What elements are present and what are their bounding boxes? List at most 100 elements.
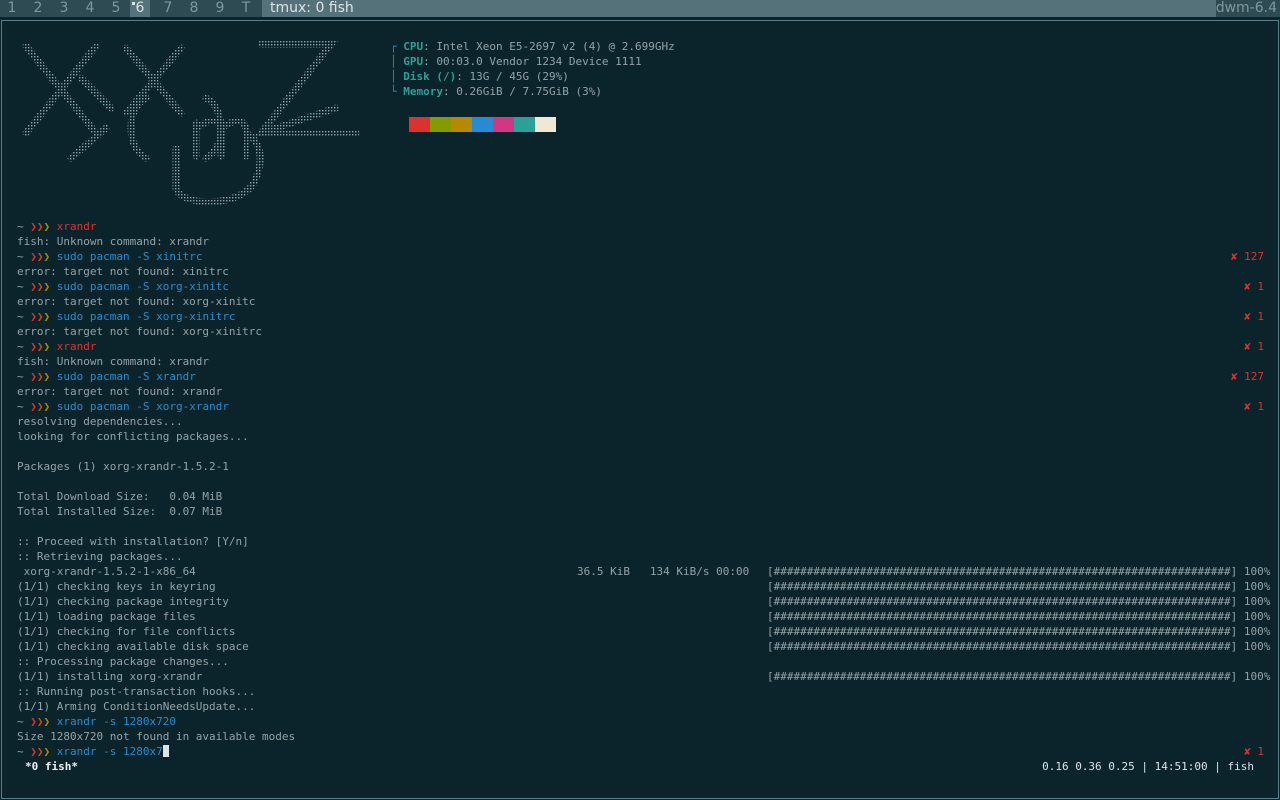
exit-status: ✘ 1	[1244, 744, 1264, 759]
output-line: fish: Unknown command: xrandr	[17, 235, 210, 248]
output-line: error: target not found: xorg-xinitrc	[17, 325, 263, 338]
dwm-status-bar: 1 2 3 4 5 6 7 8 9 T tmux: 0 fish dwm-6.4	[0, 0, 1280, 17]
memory-label: Memory	[403, 85, 443, 98]
gpu-label: GPU	[403, 55, 424, 68]
exit-code: 1	[1257, 745, 1264, 758]
output-line: error: target not found: xrandr	[17, 385, 223, 398]
tag-8[interactable]: 8	[184, 0, 204, 17]
sysinfo-cpu: ┌ CPU: Intel Xeon E5-2697 v2 (4) @ 2.699…	[390, 40, 675, 53]
output-line: Size 1280x720 not found in available mod…	[17, 730, 296, 743]
tag-1[interactable]: 1	[2, 0, 22, 17]
progress-bar: [#######################################…	[767, 625, 1271, 638]
prompt-arrows: ❯❯❯	[30, 715, 51, 728]
download-stats: 36.5 KiB 134 KiB/s 00:00	[577, 565, 750, 578]
prompt-line: ~ ❯❯❯ xrandr	[17, 219, 97, 234]
prompt-arrows: ❯❯❯	[30, 280, 51, 293]
tag-7[interactable]: 7	[158, 0, 178, 17]
output-line: :: Retrieving packages...	[17, 550, 183, 563]
exit-status: ✘ 127	[1231, 369, 1264, 384]
output-line: error: target not found: xorg-xinitc	[17, 295, 256, 308]
progress-bar: [#######################################…	[767, 580, 1271, 593]
output-line: :: Proceed with installation? [Y/n]	[17, 535, 249, 548]
prompt-arrows: ❯❯❯	[30, 310, 51, 323]
output-line: looking for conflicting packages...	[17, 430, 249, 443]
prompt-line: ~ ❯❯❯ sudo pacman -S xinitrc	[17, 249, 202, 264]
prompt-tilde: ~	[17, 250, 24, 263]
cpu-value: : Intel Xeon E5-2697 v2 (4) @ 2.699GHz	[423, 40, 675, 53]
error-x-icon: ✘	[1244, 745, 1251, 758]
memory-value: : 0.26GiB / 7.75GiB (3%)	[443, 85, 602, 98]
output-line: (1/1) installing xorg-xrandr	[17, 670, 203, 683]
prompt-line: ~ ❯❯❯ sudo pacman -S xorg-xinitc	[17, 279, 229, 294]
command-text: sudo pacman -S xrandr	[56, 370, 196, 383]
error-x-icon: ✘	[1244, 400, 1251, 413]
output-line: :: Running post-transaction hooks...	[17, 685, 256, 698]
command-text: xrandr -s 1280x720	[56, 715, 176, 728]
prompt-arrows: ❯❯❯	[30, 745, 51, 758]
progress-bar: [#######################################…	[767, 670, 1271, 683]
dwm-status-text: dwm-6.4	[1215, 0, 1277, 16]
tag-t[interactable]: T	[236, 0, 256, 17]
disk-label: Disk (/)	[403, 70, 457, 83]
output-line: Packages (1) xorg-xrandr-1.5.2-1	[17, 460, 229, 473]
prompt-tilde: ~	[17, 340, 24, 353]
command-text: xrandr	[56, 220, 97, 233]
color-swatch	[430, 117, 451, 132]
progress-bar: [#######################################…	[767, 565, 1271, 578]
tag-6-selected[interactable]: 6	[130, 0, 150, 17]
prompt-tilde: ~	[17, 745, 24, 758]
exit-status: ✘ 127	[1231, 249, 1264, 264]
command-text: xrandr	[56, 340, 97, 353]
gpu-value: : 00:03.0 Vendor 1234 Device 1111	[423, 55, 642, 68]
progress-bar: [#######################################…	[767, 640, 1271, 653]
color-swatch	[535, 117, 556, 132]
output-line: (1/1) checking available disk space	[17, 640, 249, 653]
prompt-line: ~ ❯❯❯ sudo pacman -S xorg-xinitrc	[17, 309, 236, 324]
xorg-ascii-logo	[22, 40, 360, 206]
tmux-status-right: 0.16 0.36 0.25 | 14:51:00 | fish	[1042, 760, 1254, 773]
current-prompt-line[interactable]: ~ ❯❯❯ xrandr -s 1280x7	[17, 744, 169, 759]
output-line: (1/1) Arming ConditionNeedsUpdate...	[17, 700, 256, 713]
output-line: (1/1) checking package integrity	[17, 595, 229, 608]
prompt-tilde: ~	[17, 400, 24, 413]
prompt-arrows: ❯❯❯	[30, 400, 51, 413]
exit-status: ✘ 1	[1244, 339, 1264, 354]
command-text: sudo pacman -S xorg-xinitrc	[56, 310, 236, 323]
output-line: resolving dependencies...	[17, 415, 183, 428]
exit-status: ✘ 1	[1244, 279, 1264, 294]
prompt-tilde: ~	[17, 715, 24, 728]
output-line: Total Installed Size: 0.07 MiB	[17, 505, 223, 518]
prompt-arrows: ❯❯❯	[30, 220, 51, 233]
output-line: error: target not found: xinitrc	[17, 265, 229, 278]
tag-2[interactable]: 2	[28, 0, 48, 17]
color-swatch	[472, 117, 493, 132]
color-swatch	[514, 117, 535, 132]
tmux-window-label[interactable]: *0 fish*	[25, 759, 78, 774]
color-swatch	[493, 117, 514, 132]
tag-3[interactable]: 3	[54, 0, 74, 17]
exit-code: 127	[1244, 370, 1264, 383]
output-line: xorg-xrandr-1.5.2-1-x86_64	[17, 565, 196, 578]
command-input[interactable]: xrandr -s 1280x7	[57, 745, 163, 758]
tag-9[interactable]: 9	[210, 0, 230, 17]
tag-4[interactable]: 4	[80, 0, 100, 17]
output-line: fish: Unknown command: xrandr	[17, 355, 210, 368]
color-swatch	[409, 117, 430, 132]
exit-code: 1	[1257, 400, 1264, 413]
exit-code: 1	[1257, 280, 1264, 293]
error-x-icon: ✘	[1244, 280, 1251, 293]
prompt-arrows: ❯❯❯	[30, 250, 51, 263]
error-x-icon: ✘	[1244, 310, 1251, 323]
error-x-icon: ✘	[1230, 250, 1238, 263]
disk-value: : 13G / 45G (29%)	[456, 70, 569, 83]
exit-status: ✘ 1	[1244, 399, 1264, 414]
command-text: sudo pacman -S xinitrc	[56, 250, 203, 263]
exit-code: 1	[1257, 310, 1264, 323]
prompt-tilde: ~	[17, 310, 24, 323]
prompt-arrows: ❯❯❯	[30, 340, 51, 353]
output-line: Total Download Size: 0.04 MiB	[17, 490, 223, 503]
error-x-icon: ✘	[1230, 370, 1238, 383]
prompt-line: ~ ❯❯❯ xrandr	[17, 339, 97, 354]
prompt-tilde: ~	[17, 370, 24, 383]
tag-5[interactable]: 5	[106, 0, 126, 17]
